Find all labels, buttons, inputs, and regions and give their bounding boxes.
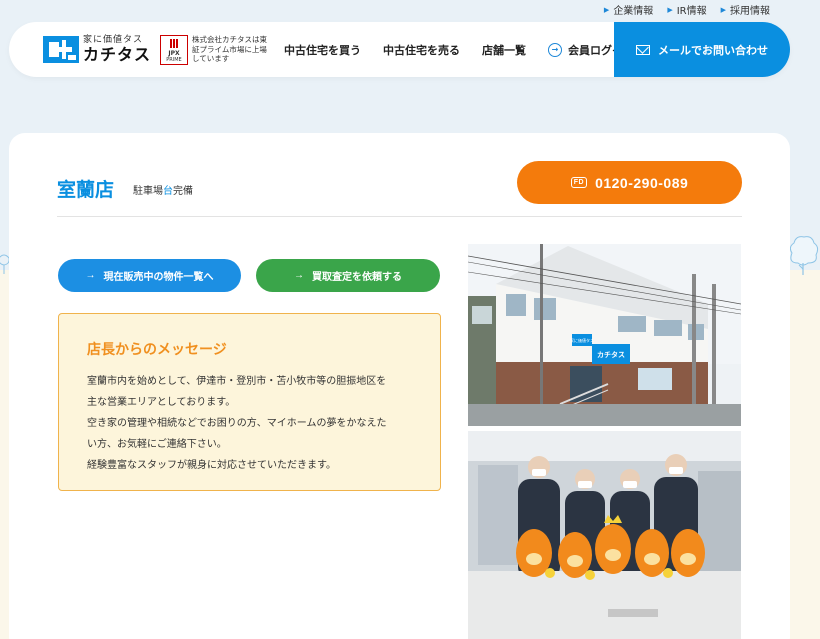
storefront-photo: 家に価値タス カチタス bbox=[468, 244, 741, 426]
kachitas-logo-icon bbox=[43, 36, 79, 63]
tree-decoration-right-icon bbox=[789, 236, 819, 275]
arrow-right-icon: → bbox=[85, 270, 96, 281]
nav-buy-used-house[interactable]: 中古住宅を買う bbox=[284, 42, 361, 58]
message-line: 室蘭市内を始めとして、伊達市・登別市・苫小牧市等の胆振地区を bbox=[87, 376, 387, 387]
main-nav: 中古住宅を買う 中古住宅を売る 店舗一覧 → 会員ログイン bbox=[284, 42, 656, 58]
top-link-corporate[interactable]: ▶ 企業情報 bbox=[603, 2, 653, 18]
nav-store-list[interactable]: 店舗一覧 bbox=[482, 42, 526, 58]
site-logo[interactable]: 家に価値タス カチタス bbox=[43, 36, 158, 63]
triangle-right-icon: ▶ bbox=[720, 5, 726, 14]
top-link-ir[interactable]: ▶ IR情報 bbox=[667, 2, 706, 18]
triangle-right-icon: ▶ bbox=[603, 5, 610, 14]
site-header: 家に価値タス カチタス JPX PRIME 株式会社カチタスは東証プライム市場に… bbox=[9, 22, 790, 77]
free-dial-icon: FD bbox=[570, 177, 588, 188]
message-line: 主な営業エリアとしております。 bbox=[87, 397, 236, 408]
arrow-right-icon: → bbox=[294, 270, 304, 281]
arrow-right-circle-icon: → bbox=[548, 42, 562, 57]
phone-call-button[interactable]: FD 0120-290-089 bbox=[517, 161, 742, 204]
store-name: 室蘭店 bbox=[57, 179, 115, 201]
phone-number: 0120-290-089 bbox=[595, 174, 689, 191]
store-card: 室蘭店 駐車場台完備 FD 0120-290-089 → 現在販売中の物件一覧へ… bbox=[9, 133, 790, 639]
jpx-prime-badge: JPX PRIME bbox=[160, 34, 188, 65]
logo-name: カチタス bbox=[83, 45, 152, 64]
nav-sell-used-house[interactable]: 中古住宅を売る bbox=[383, 42, 460, 58]
top-utility-links: ▶ 企業情報 ▶ IR情報 ▶ 採用情報 bbox=[603, 2, 770, 18]
message-line: い方、お気軽にご連絡下さい。 bbox=[87, 439, 227, 450]
mail-icon bbox=[636, 44, 650, 55]
email-contact-button[interactable]: メールでお問い合わせ bbox=[614, 22, 790, 77]
message-title: 店長からのメッセージ bbox=[87, 342, 227, 358]
manager-message-box: 店長からのメッセージ 室蘭市内を始めとして、伊達市・登別市・苫小牧市等の胆振地区… bbox=[58, 313, 441, 491]
logo-tagline: 家に価値タス bbox=[83, 35, 144, 45]
current-listings-button[interactable]: → 現在販売中の物件一覧へ bbox=[58, 259, 241, 292]
triangle-right-icon: ▶ bbox=[667, 5, 673, 14]
staff-photo bbox=[468, 431, 741, 639]
store-sign-tagline: 家に価値タス bbox=[570, 337, 594, 343]
store-sign-name: カチタス bbox=[597, 350, 625, 359]
listing-note: 株式会社カチタスは東証プライム市場に上場しています bbox=[192, 35, 267, 64]
appraisal-request-button[interactable]: → 買取査定を依頼する bbox=[256, 259, 440, 292]
message-line: 経験豊富なスタッフが親身に対応させていただきます。 bbox=[87, 460, 336, 471]
jpx-logo-icon bbox=[170, 38, 178, 48]
message-line: 空き家の管理や相続などでお困りの方、マイホームの夢をかなえた bbox=[87, 418, 387, 429]
store-header: 室蘭店 駐車場台完備 FD 0120-290-089 bbox=[57, 161, 742, 217]
top-link-recruit[interactable]: ▶ 採用情報 bbox=[720, 2, 770, 18]
parking-info: 駐車場台完備 bbox=[133, 186, 193, 197]
